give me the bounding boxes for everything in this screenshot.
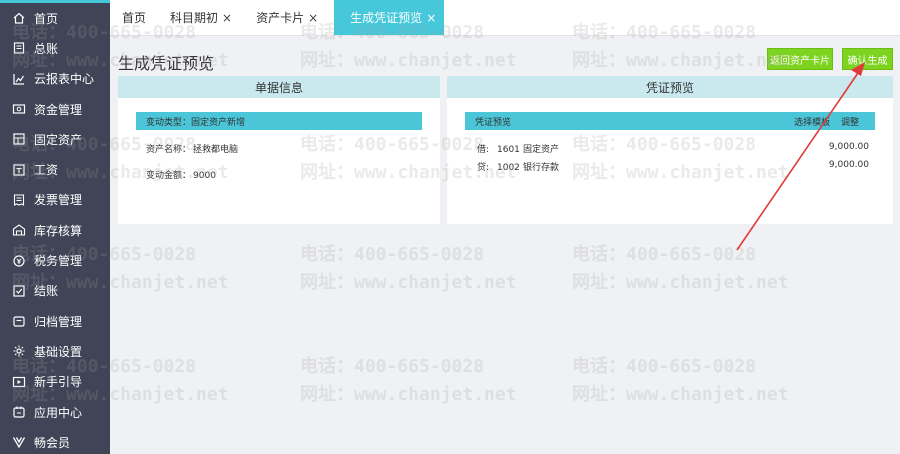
- sidebar-item-label: 总账: [34, 41, 59, 56]
- tab-label: 生成凭证预览: [350, 11, 423, 25]
- vip-icon: [12, 435, 26, 449]
- sidebar-item-invoice[interactable]: 发票管理: [0, 185, 110, 215]
- sidebar-item-salary[interactable]: 工资: [0, 154, 110, 184]
- voucher-header-bar: 凭证预览 选择模板 调整: [465, 112, 875, 130]
- close-icon[interactable]: ×: [426, 11, 436, 25]
- tab-bar: 首页 科目期初 × 资产卡片 × 生成凭证预览 ×: [110, 0, 900, 36]
- debit-credit: 借:: [477, 145, 490, 155]
- invoice-icon: [12, 193, 26, 207]
- sidebar-item-label: 固定资产: [34, 132, 83, 147]
- sidebar-item-label: 归档管理: [34, 314, 83, 329]
- back-to-asset-card-button[interactable]: 返回资产卡片: [767, 48, 833, 70]
- settings-icon: [12, 344, 26, 358]
- home-icon: [12, 11, 26, 25]
- sidebar-item-reports[interactable]: 云报表中心: [0, 64, 110, 94]
- sidebar-item-label: 首页: [34, 11, 59, 26]
- amount: 9,000.00: [828, 142, 869, 152]
- sidebar-item-ledger[interactable]: 总账: [0, 33, 110, 63]
- select-template-link[interactable]: 选择模板: [794, 118, 830, 128]
- page-title: 生成凭证预览: [118, 54, 215, 73]
- sidebar-item-label: 应用中心: [34, 405, 83, 420]
- sidebar-item-inventory[interactable]: 库存核算: [0, 215, 110, 245]
- change-amount-label: 变动金额：: [146, 171, 192, 181]
- sidebar-item-vip[interactable]: 畅会员: [0, 427, 110, 454]
- sidebar-item-label: 基础设置: [34, 344, 83, 359]
- voucher-row: 借: 1601 固定资产 9,000.00: [477, 142, 869, 155]
- sidebar-item-fixed-assets[interactable]: 固定资产: [0, 124, 110, 154]
- panel-title: 单据信息: [118, 76, 440, 98]
- close-icon[interactable]: ×: [222, 11, 232, 25]
- sidebar-item-label: 云报表中心: [34, 72, 95, 87]
- tax-icon: [12, 254, 26, 268]
- sidebar-item-label: 畅会员: [34, 435, 71, 450]
- close-icon[interactable]: ×: [308, 11, 318, 25]
- amount: 9,000.00: [828, 160, 869, 170]
- document-info-panel: 单据信息 变动类型： 固定资产新增 资产名称： 拯救都电脑 变动金额： 9000: [118, 76, 440, 224]
- sidebar-item-archive[interactable]: 归档管理: [0, 306, 110, 336]
- sidebar-item-checkout[interactable]: 结账: [0, 276, 110, 306]
- voucher-preview-panel: 凭证预览 凭证预览 选择模板 调整 借: 1601 固定资产 9,000.00 贷:…: [447, 76, 893, 224]
- ledger-icon: [12, 41, 26, 55]
- sidebar-item-label: 结账: [34, 284, 59, 299]
- chart-icon: [12, 72, 26, 86]
- panel-title: 凭证预览: [447, 76, 893, 98]
- voucher-row: 贷: 1002 银行存款 9,000.00: [477, 160, 869, 173]
- money-icon: [12, 102, 26, 116]
- guide-icon: [12, 375, 26, 389]
- voucher-header-label: 凭证预览: [475, 117, 512, 128]
- account-code: 1601: [497, 145, 520, 155]
- asset-name-field: 资产名称： 拯救都电脑: [146, 142, 238, 155]
- sidebar-item-label: 资金管理: [34, 102, 83, 117]
- warehouse-icon: [12, 223, 26, 237]
- change-type-value: 固定资产新增: [191, 117, 246, 128]
- account-name: 银行存款: [523, 163, 560, 173]
- sidebar: 首页 总账 云报表中心 资金管理 固定资产 工资 发票管理 库存核算 税务管理 …: [0, 0, 110, 454]
- tab-voucher-preview[interactable]: 生成凭证预览 ×: [334, 0, 445, 35]
- adjust-link[interactable]: 调整: [841, 118, 859, 128]
- tab-label: 科目期初: [170, 11, 219, 25]
- change-amount-value: 9000: [193, 171, 216, 181]
- sidebar-item-tax[interactable]: 税务管理: [0, 245, 110, 275]
- checkout-icon: [12, 284, 26, 298]
- asset-name-label: 资产名称：: [146, 145, 192, 155]
- salary-icon: [12, 163, 26, 177]
- account-code: 1002: [497, 163, 520, 173]
- sidebar-item-label: 新手引导: [34, 375, 83, 390]
- archive-icon: [12, 314, 26, 328]
- sidebar-item-apps[interactable]: 应用中心: [0, 397, 110, 427]
- confirm-generate-button[interactable]: 确认生成: [842, 48, 893, 70]
- change-amount-field: 变动金额： 9000: [146, 168, 216, 181]
- sidebar-item-label: 发票管理: [34, 193, 83, 208]
- tab-asset-card[interactable]: 资产卡片 ×: [244, 0, 330, 35]
- change-type-label: 变动类型：: [146, 117, 192, 128]
- debit-credit: 贷:: [477, 163, 490, 173]
- tab-label: 首页: [122, 11, 147, 25]
- sidebar-item-label: 工资: [34, 163, 59, 178]
- sidebar-item-guide[interactable]: 新手引导: [0, 367, 110, 397]
- tab-home[interactable]: 首页: [110, 0, 158, 35]
- tab-label: 资产卡片: [256, 11, 305, 25]
- main-content: 生成凭证预览 返回资产卡片 确认生成 单据信息 变动类型： 固定资产新增 资产名称…: [110, 36, 900, 454]
- change-type-bar: 变动类型： 固定资产新增: [136, 112, 422, 130]
- asset-name-value: 拯救都电脑: [193, 145, 239, 155]
- account-name: 固定资产: [523, 145, 560, 155]
- sidebar-item-label: 税务管理: [34, 254, 83, 269]
- tab-opening-balance[interactable]: 科目期初 ×: [158, 0, 244, 35]
- sidebar-item-label: 库存核算: [34, 223, 83, 238]
- sidebar-item-home[interactable]: 首页: [0, 3, 110, 33]
- sidebar-item-settings[interactable]: 基础设置: [0, 336, 110, 366]
- app-icon: [12, 405, 26, 419]
- sidebar-item-funds[interactable]: 资金管理: [0, 94, 110, 124]
- asset-icon: [12, 132, 26, 146]
